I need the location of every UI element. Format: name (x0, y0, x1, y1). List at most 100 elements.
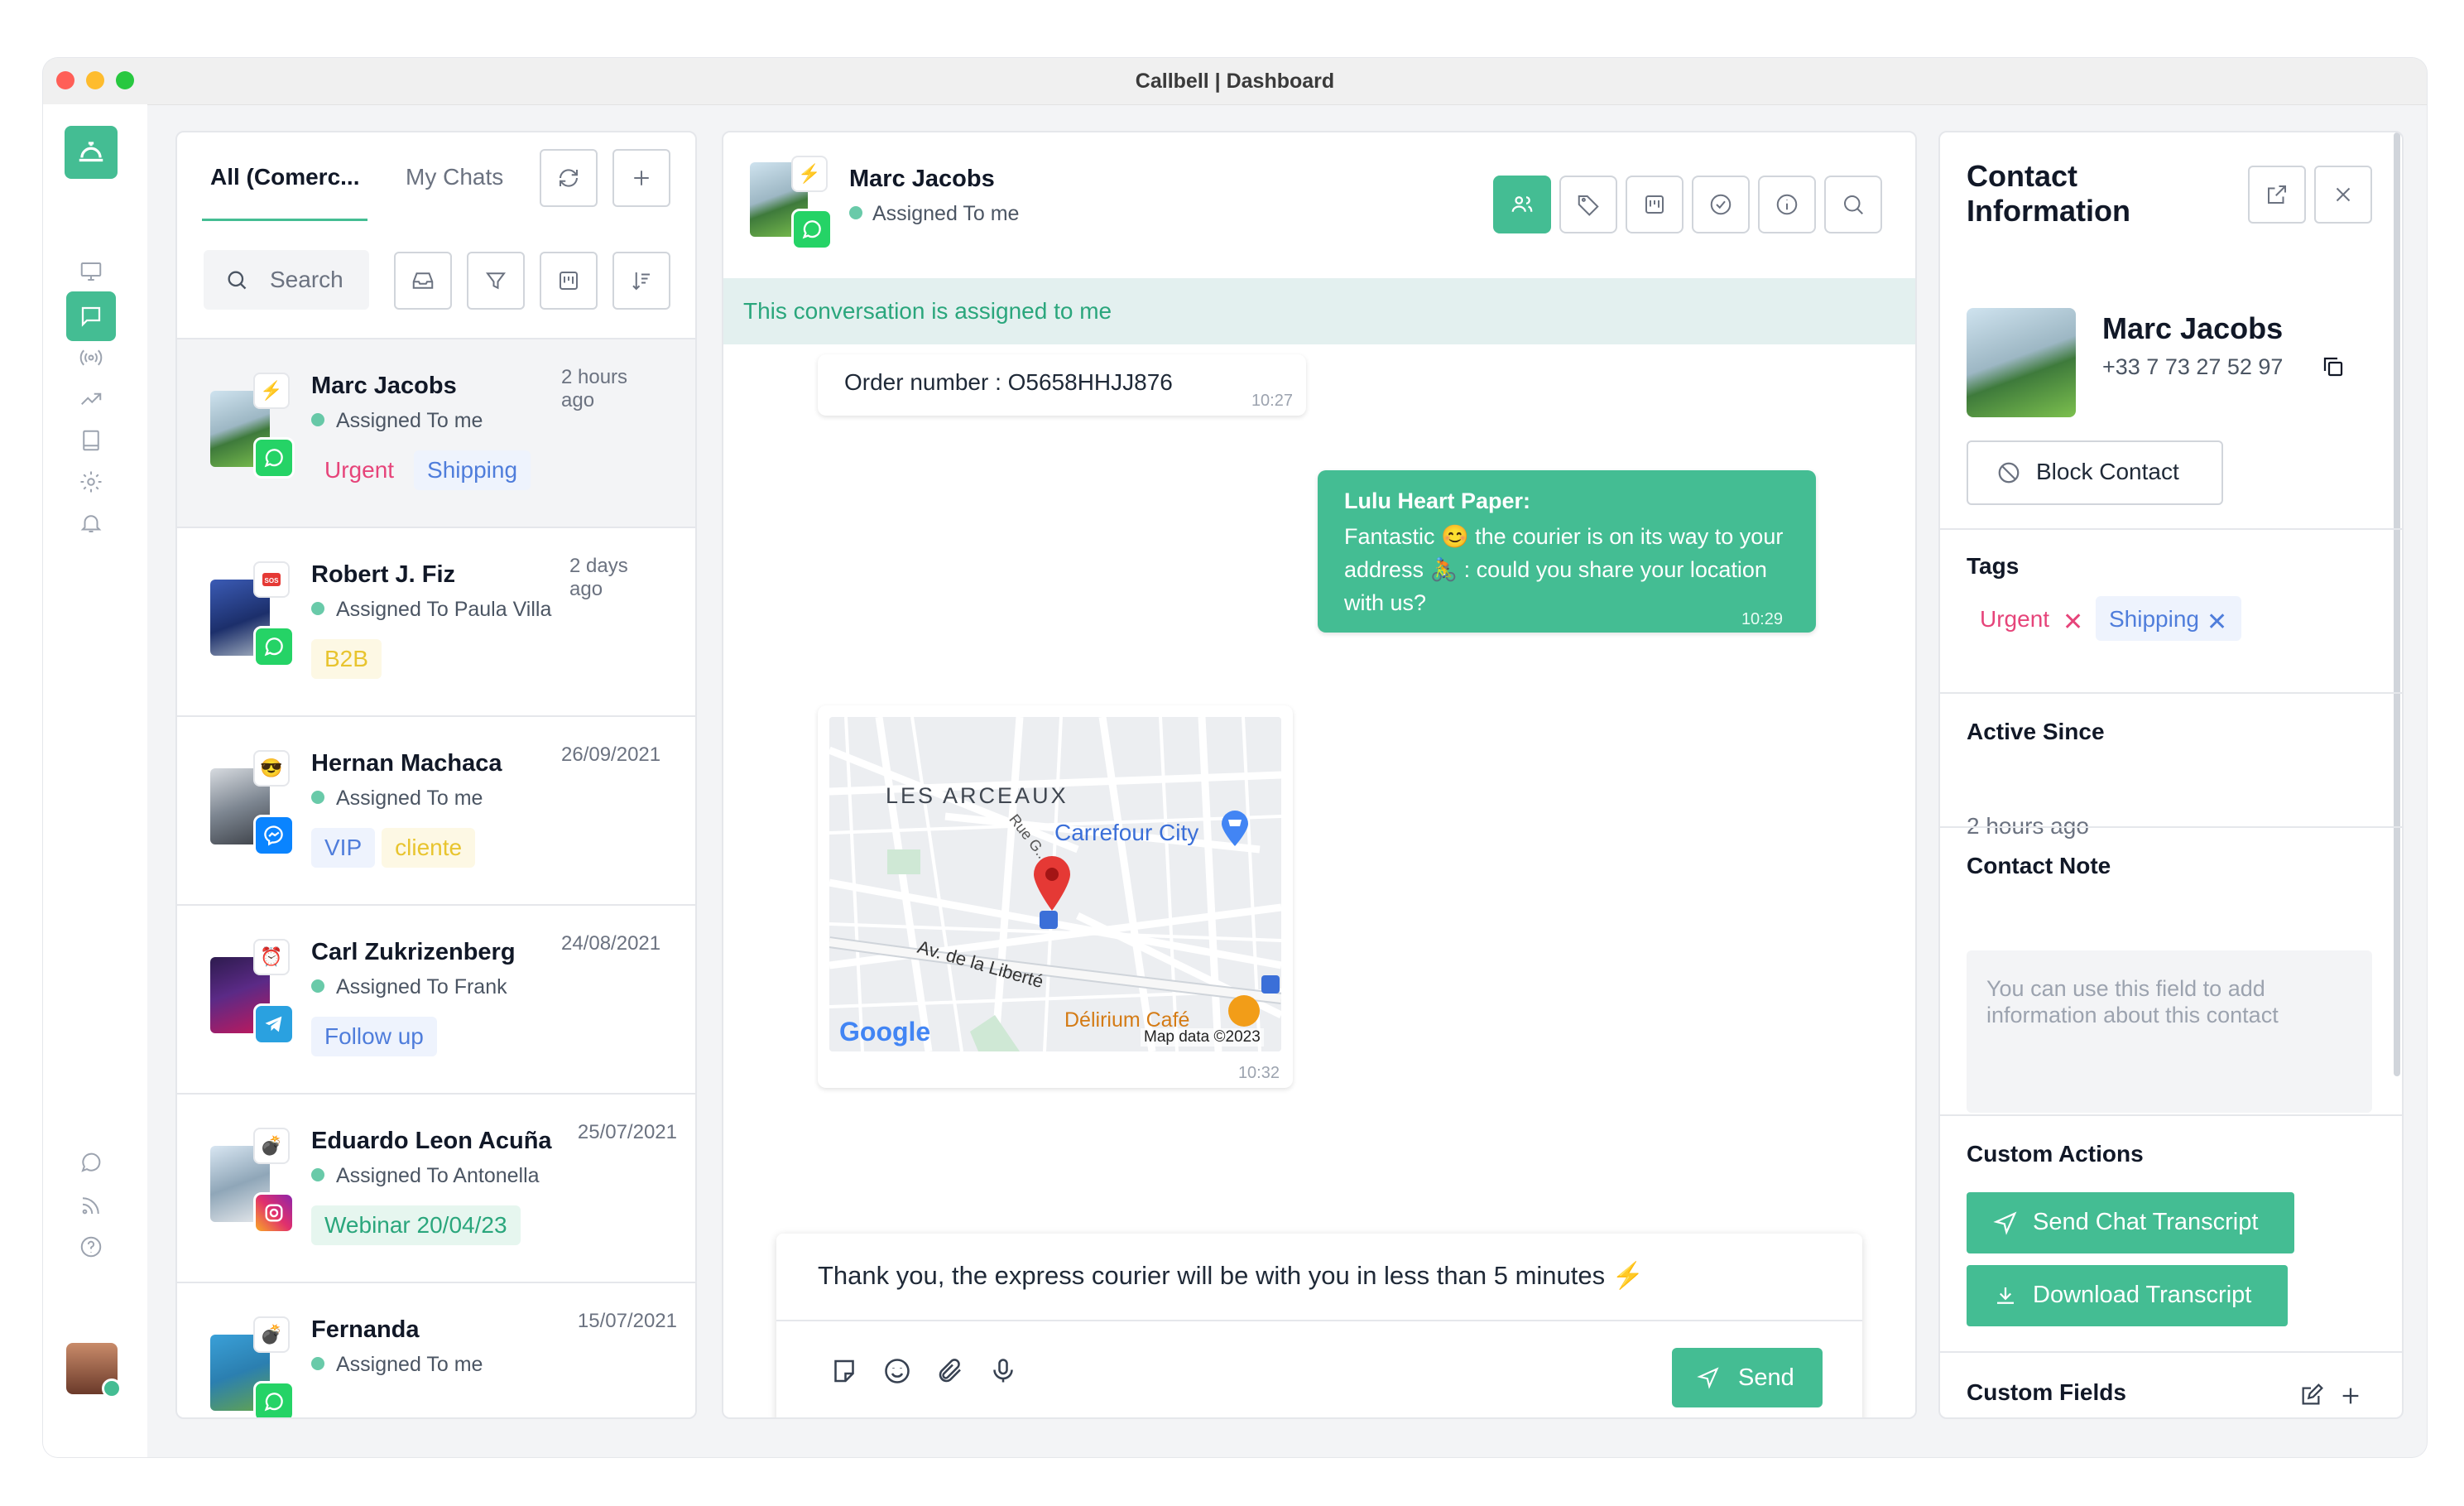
assignment-text: Assigned To me (336, 409, 483, 432)
block-contact-label: Block Contact (2036, 459, 2179, 484)
sos-icon: SOS (253, 561, 290, 598)
open-external-button[interactable] (2248, 166, 2306, 224)
chat-list-item[interactable]: 💣 Fernanda Assigned To me 15/07/2021 (177, 1282, 695, 1417)
info-button[interactable] (1758, 176, 1816, 233)
remove-tag-icon[interactable]: ✕ (2063, 608, 2083, 637)
map-label-district: LES ARCEAUX (886, 783, 1069, 808)
status-dot (311, 791, 324, 805)
assign-users-button[interactable] (1493, 176, 1551, 233)
tab-my-chats[interactable]: My Chats (406, 164, 503, 190)
bell-logo-icon[interactable] (65, 126, 118, 179)
block-contact-button[interactable]: Block Contact (1967, 440, 2223, 505)
location-pin-icon (1031, 854, 1073, 912)
chat-list-item[interactable]: 💣 Eduardo Leon Acuña Assigned To Antonel… (177, 1093, 695, 1282)
status-dot (849, 206, 862, 220)
sort-button[interactable] (612, 252, 670, 310)
attachment-icon[interactable] (935, 1356, 965, 1386)
active-tab-underline (202, 219, 367, 221)
user-avatar[interactable] (66, 1343, 122, 1398)
kanban-button[interactable] (540, 252, 598, 310)
emoji-icon[interactable] (882, 1356, 912, 1386)
resolve-button[interactable] (1692, 176, 1750, 233)
send-icon (1993, 1211, 2017, 1235)
contact-name: Carl Zukrizenberg (311, 939, 516, 965)
tab-all[interactable]: All (Comerc... (210, 164, 359, 190)
divider (1940, 1114, 2402, 1116)
microphone-icon[interactable] (988, 1356, 1018, 1386)
download-transcript-button[interactable]: Download Transcript (1967, 1265, 2288, 1326)
note-icon[interactable] (829, 1356, 859, 1386)
contact-note-heading: Contact Note (1967, 853, 2111, 878)
search-messages-button[interactable] (1824, 176, 1882, 233)
send-button[interactable]: Send (1672, 1348, 1823, 1407)
funnel-filter-button[interactable] (467, 252, 525, 310)
chat-list-panel: All (Comerc... My Chats Search ⚡ Marc Ja… (175, 131, 697, 1419)
composer-input[interactable]: Thank you, the express courier will be w… (818, 1260, 1644, 1291)
tag-list: VIP cliente (311, 828, 482, 868)
chat-list-item[interactable]: 😎 Hernan Machaca Assigned To me 26/09/20… (177, 715, 695, 904)
tag-list: Follow up (311, 1017, 444, 1056)
notification-icon[interactable] (66, 498, 116, 548)
monitor-icon[interactable] (66, 247, 116, 296)
store-pin-icon (1220, 810, 1250, 848)
lightning-icon: ⚡ (253, 373, 290, 409)
map-preview[interactable]: LES ARCEAUX Carrefour City Rue G... Av. … (829, 717, 1281, 1051)
last-activity-time: 25/07/2021 (577, 1121, 677, 1143)
help-icon[interactable] (66, 1222, 116, 1272)
instagram-icon (253, 1192, 295, 1234)
last-activity-time: 26/09/2021 (561, 743, 661, 766)
contact-name: Hernan Machaca (311, 750, 502, 777)
inbox-filter-button[interactable] (394, 252, 452, 310)
tag-list: B2B (311, 639, 388, 679)
app-window: Callbell | Dashboard All (Comerc... My C… (43, 58, 2427, 1457)
send-chat-transcript-label: Send Chat Transcript (2033, 1209, 2259, 1235)
conversation-panel: ⚡ Marc Jacobs Assigned To me This conver… (722, 131, 1917, 1419)
assignment-status: Assigned To me (849, 202, 1019, 226)
refresh-button[interactable] (540, 149, 598, 207)
divider (1940, 1351, 2402, 1353)
tag-badge: Shipping (414, 450, 531, 490)
assignment-banner-text: This conversation is assigned to me (743, 298, 1112, 324)
new-chat-button[interactable] (612, 149, 670, 207)
chat-list-tabs: All (Comerc... My Chats (177, 132, 695, 225)
last-activity-time: 24/08/2021 (561, 932, 661, 955)
chat-list-item[interactable]: ⚡ Marc Jacobs Assigned To me 2 hours ago… (177, 338, 695, 527)
messenger-icon (253, 815, 295, 856)
composer-divider (776, 1320, 1862, 1321)
status-dot (311, 1357, 324, 1371)
search-placeholder: Search (270, 267, 343, 292)
add-icon[interactable] (2337, 1383, 2364, 1409)
assignment-text: Assigned To me (336, 1353, 483, 1376)
assignment-status: Assigned To me (311, 787, 483, 811)
tag-button[interactable] (1559, 176, 1617, 233)
download-transcript-label: Download Transcript (2033, 1282, 2252, 1308)
divider (1940, 528, 2402, 530)
tag-list: Urgent Shipping (311, 450, 537, 490)
send-label: Send (1738, 1364, 1794, 1391)
status-dot (311, 979, 324, 994)
assignment-text: Assigned To Frank (336, 975, 507, 998)
last-activity-time: 15/07/2021 (577, 1310, 677, 1332)
kanban-button[interactable] (1626, 176, 1683, 233)
search-input[interactable]: Search (204, 250, 369, 310)
chat-list-item[interactable]: SOS Robert J. Fiz Assigned To Paula Vill… (177, 527, 695, 715)
contact-name: Marc Jacobs (2102, 311, 2284, 345)
status-dot (311, 413, 324, 427)
chat-list-item[interactable]: ⏰ Carl Zukrizenberg Assigned To Frank 24… (177, 904, 695, 1093)
remove-tag-icon[interactable]: ✕ (2207, 608, 2227, 637)
send-chat-transcript-button[interactable]: Send Chat Transcript (1967, 1192, 2294, 1253)
custom-actions-heading: Custom Actions (1967, 1141, 2144, 1167)
incoming-message: Order number : O5658HHJJ876 10:27 (818, 354, 1306, 416)
location-message[interactable]: LES ARCEAUX Carrefour City Rue G... Av. … (818, 705, 1293, 1088)
divider (1940, 692, 2402, 694)
edit-icon[interactable] (2298, 1383, 2324, 1409)
tag-badge: VIP (311, 828, 376, 868)
whatsapp-icon (253, 626, 295, 667)
whatsapp-icon[interactable] (66, 1138, 116, 1187)
contact-note-field[interactable]: You can use this field to add informatio… (1967, 950, 2372, 1113)
close-panel-button[interactable] (2314, 166, 2372, 224)
last-activity-time: 2 days ago (569, 555, 628, 600)
copy-icon[interactable] (2321, 354, 2346, 379)
send-icon (1697, 1367, 1719, 1389)
scrollbar[interactable] (2394, 132, 2400, 1076)
